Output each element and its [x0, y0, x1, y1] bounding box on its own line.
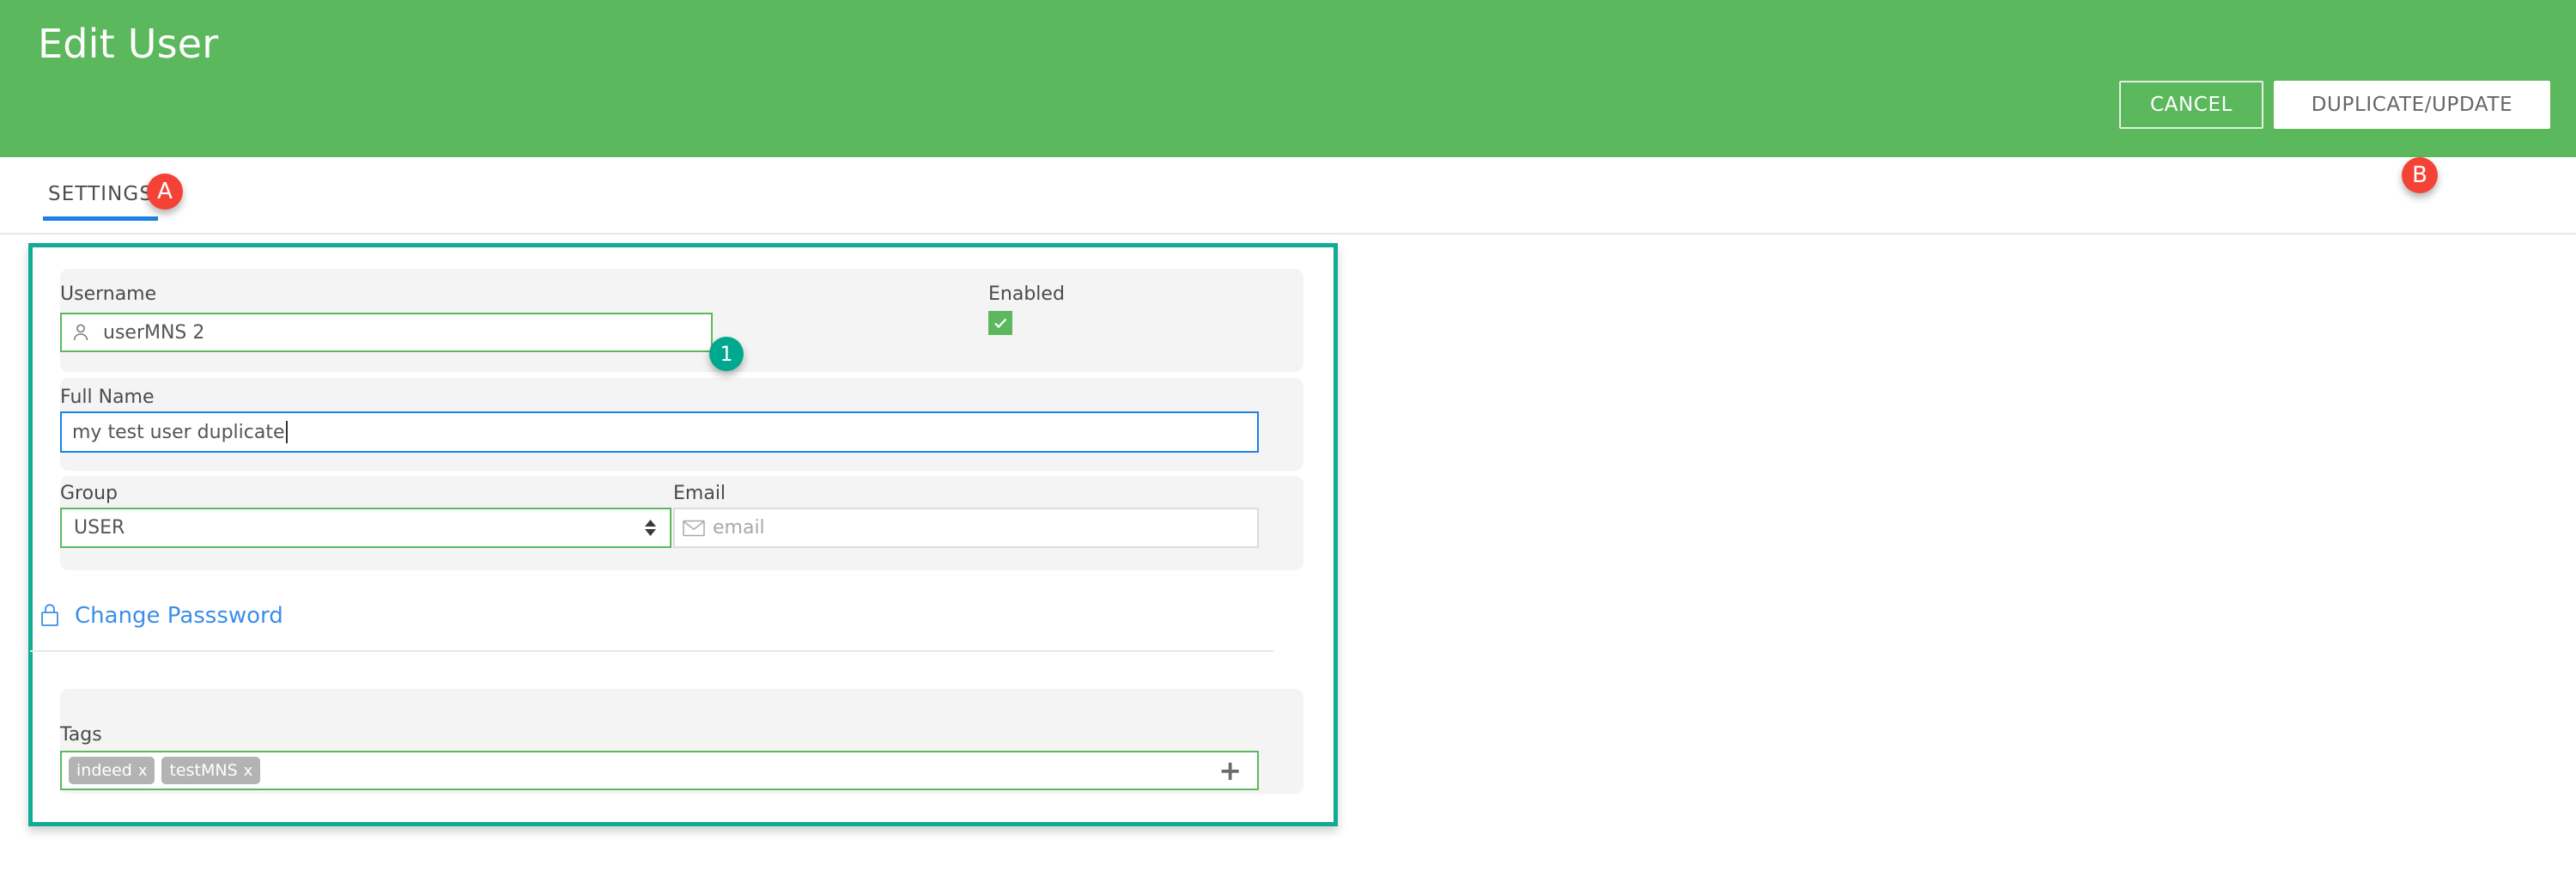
tag-chip[interactable]: indeed x: [69, 757, 155, 784]
email-label: Email: [673, 483, 726, 504]
remove-tag-icon[interactable]: x: [138, 762, 148, 780]
page-title: Edit User: [38, 21, 219, 67]
checkmark-icon: [994, 318, 1007, 329]
text-caret: [285, 421, 288, 443]
username-value: userMNS 2: [103, 321, 205, 344]
email-placeholder: email: [713, 517, 765, 539]
fullname-input[interactable]: my test user duplicate: [60, 411, 1259, 453]
tag-chip-label: indeed: [76, 761, 132, 780]
tab-bar: SETTINGS: [0, 157, 2576, 234]
tag-chip-label: testMNS: [169, 761, 238, 780]
enabled-label: Enabled: [988, 283, 1065, 305]
group-value: USER: [74, 517, 125, 539]
header-actions: CANCEL DUPLICATE/UPDATE: [2118, 81, 2550, 129]
enabled-checkbox[interactable]: [988, 311, 1012, 335]
tab-settings[interactable]: SETTINGS: [42, 183, 159, 221]
envelope-icon: [675, 520, 713, 537]
duplicate-update-button[interactable]: DUPLICATE/UPDATE: [2274, 81, 2550, 129]
annotation-marker-a: A: [147, 174, 183, 210]
fullname-label: Full Name: [60, 387, 155, 408]
username-label: Username: [60, 283, 157, 305]
tag-chip[interactable]: testMNS x: [161, 757, 261, 784]
annotation-marker-b: B: [2402, 157, 2438, 193]
change-password-link[interactable]: Change Passsword: [39, 601, 283, 630]
fullname-value: my test user duplicate: [72, 421, 285, 443]
tags-label: Tags: [60, 724, 102, 746]
group-label: Group: [60, 483, 118, 504]
user-icon: [62, 322, 100, 343]
chevron-updown-icon[interactable]: [645, 520, 656, 536]
tag-chip-list: indeed x testMNS x: [69, 757, 261, 784]
email-input[interactable]: email: [673, 508, 1259, 548]
change-password-label: Change Passsword: [75, 603, 283, 629]
username-input[interactable]: userMNS 2: [60, 313, 713, 352]
lock-icon: [39, 601, 61, 630]
app-header: Edit User CANCEL DUPLICATE/UPDATE: [0, 0, 2576, 157]
tags-input[interactable]: indeed x testMNS x +: [60, 751, 1259, 790]
cancel-button[interactable]: CANCEL: [2118, 81, 2263, 129]
add-tag-button[interactable]: +: [1218, 757, 1242, 784]
group-select[interactable]: USER: [60, 508, 671, 548]
annotation-marker-1: 1: [709, 337, 744, 371]
section-divider: [30, 650, 1273, 652]
remove-tag-icon[interactable]: x: [244, 762, 253, 780]
